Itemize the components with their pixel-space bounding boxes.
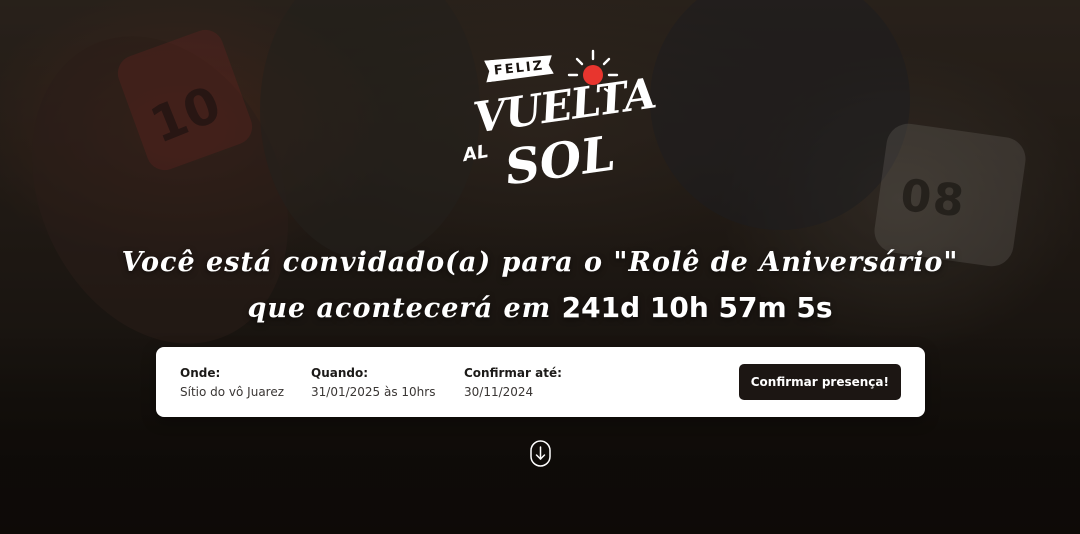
confirm-until-label: Confirmar até: xyxy=(464,366,562,380)
invitation-headline: Você está convidado(a) para o "Rolê de A… xyxy=(60,240,1020,332)
countdown-timer: 241d 10h 57m 5s xyxy=(561,291,833,324)
info-where: Onde: Sítio do vô Juarez xyxy=(180,366,284,399)
confirm-until-value: 30/11/2024 xyxy=(464,385,534,399)
event-info-card: Onde: Sítio do vô Juarez Quando: 31/01/2… xyxy=(156,347,925,417)
headline-line-2: que acontecerá em 241d 10h 57m 5s xyxy=(60,286,1020,332)
arrow-down-circle-icon[interactable] xyxy=(530,440,551,467)
where-value: Sítio do vô Juarez xyxy=(180,385,285,399)
headline-line-1: Você está convidado(a) para o "Rolê de A… xyxy=(121,247,959,278)
logo-al: AL xyxy=(461,140,491,167)
info-confirm-until: Confirmar até: 30/11/2024 xyxy=(464,366,562,399)
confirm-attendance-button[interactable]: Confirmar presença! xyxy=(738,364,901,400)
info-when: Quando: 31/01/2025 às 10hrs xyxy=(311,366,435,399)
where-label: Onde: xyxy=(180,366,221,380)
headline-line-2-prefix: que acontecerá em xyxy=(247,293,552,324)
when-label: Quando: xyxy=(311,366,369,380)
feliz-vuelta-al-sol-logo: FELIZ VUELTA AL SOL xyxy=(455,45,658,205)
when-value: 31/01/2025 às 10hrs xyxy=(311,385,436,399)
feliz-tag: FELIZ xyxy=(484,54,554,83)
